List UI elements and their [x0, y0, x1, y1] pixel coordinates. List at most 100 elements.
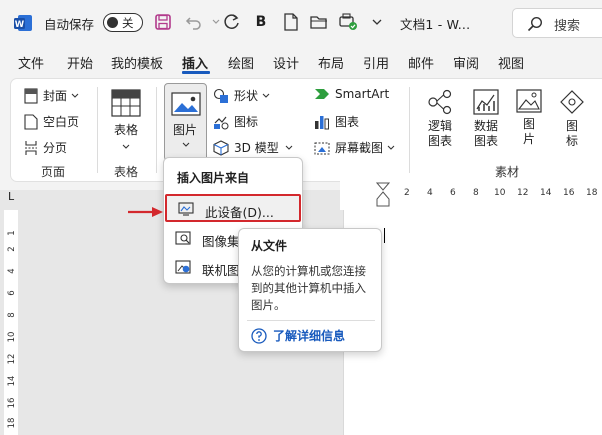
- chevron-down-icon: [387, 145, 395, 150]
- svg-text:W: W: [15, 20, 25, 30]
- ruler-tick: 1: [7, 230, 17, 236]
- from-file-tooltip: 从文件 从您的计算机或您连接到的其他计算机中插入图片。 了解详细信息: [238, 228, 382, 352]
- smartart-button[interactable]: SmartArt: [314, 87, 389, 101]
- ribbon-tabs: 文件 开始 我的模板 插入 绘图 设计 布局 引用 邮件 审阅 视图: [0, 44, 602, 74]
- screenshot-button[interactable]: 屏幕截图: [314, 139, 395, 156]
- ruler-tick: 4: [7, 268, 17, 274]
- image-collection-icon: [175, 231, 191, 245]
- chevron-down-icon: [122, 144, 130, 149]
- undo-icon[interactable]: [183, 11, 205, 33]
- this-device-option[interactable]: 此设备(D)...: [165, 194, 301, 222]
- icons-icon: [214, 116, 229, 129]
- asset-picture-button[interactable]: 图 片: [513, 89, 545, 147]
- screenshot-icon: [314, 142, 330, 154]
- cover-page-icon: [24, 87, 38, 104]
- new-document-icon[interactable]: [280, 11, 302, 33]
- vertical-ruler[interactable]: 1 2 4 6 8 10 12 14 16 18: [4, 210, 18, 435]
- tab-references[interactable]: 引用: [363, 53, 389, 72]
- table-label: 表格: [113, 123, 138, 137]
- asset-picture-icon: [516, 89, 542, 113]
- bold-button[interactable]: B: [250, 11, 272, 33]
- chart-icon: [315, 115, 329, 129]
- image-collection-label: 图像集: [202, 234, 240, 249]
- shapes-button[interactable]: 形状: [213, 87, 270, 104]
- autosave-toggle[interactable]: 关: [103, 13, 143, 32]
- tab-home[interactable]: 开始: [67, 53, 93, 72]
- ruler-tick: 12: [517, 188, 529, 198]
- online-picture-icon: [175, 260, 191, 274]
- blank-page-button[interactable]: 空白页: [24, 113, 79, 130]
- tab-view[interactable]: 视图: [498, 53, 524, 72]
- ruler-tick: 10: [7, 331, 17, 343]
- screenshot-label: 屏幕截图: [335, 141, 384, 155]
- ruler-tick: 18: [7, 417, 17, 429]
- 3d-models-label: 3D 模型: [234, 141, 279, 155]
- data-chart-label-2: 图表: [473, 134, 498, 148]
- search-box[interactable]: 搜索: [512, 8, 602, 38]
- cover-page-label: 封面: [43, 89, 68, 103]
- data-chart-icon: [473, 89, 499, 115]
- picture-button[interactable]: 图片: [164, 83, 207, 161]
- data-chart-button[interactable]: 数据 图表: [469, 89, 503, 149]
- tooltip-title: 从文件: [251, 239, 288, 253]
- ruler-tick: 2: [7, 246, 17, 252]
- this-device-label: 此设备(D)...: [205, 205, 274, 220]
- ruler-tick: 8: [473, 188, 479, 198]
- ruler-tick: 8: [7, 312, 17, 318]
- document-title: 文档1 - W...: [400, 17, 471, 32]
- ruler-tick: 16: [563, 188, 575, 198]
- page-break-icon: [25, 140, 37, 155]
- asset-icon-label-2: 标: [565, 134, 578, 148]
- redo-icon[interactable]: [221, 11, 243, 33]
- table-group-label: 表格: [114, 165, 139, 179]
- learn-more-link[interactable]: 了解详细信息: [251, 327, 345, 344]
- red-arrow-icon: [128, 207, 163, 217]
- indent-marker-icon[interactable]: [376, 182, 390, 210]
- page-break-label: 分页: [43, 141, 68, 155]
- horizontal-ruler[interactable]: 2 4 6 8 10 12 14 16 18: [340, 180, 602, 210]
- asset-icon-button[interactable]: 图 标: [557, 89, 587, 149]
- table-button[interactable]: 表格: [108, 89, 144, 153]
- ruler-tick: 10: [494, 188, 506, 198]
- asset-picture-label-1: 图: [522, 117, 535, 131]
- ruler-tick: 4: [427, 188, 433, 198]
- customize-toolbar-icon[interactable]: [366, 11, 388, 33]
- open-folder-icon[interactable]: [308, 11, 330, 33]
- tab-draw[interactable]: 绘图: [228, 53, 254, 72]
- learn-more-label: 了解详细信息: [273, 329, 346, 343]
- logic-chart-label-2: 图表: [427, 134, 452, 148]
- shapes-icon: [213, 88, 228, 103]
- logic-chart-label-1: 逻辑: [427, 119, 452, 133]
- word-logo-icon: W: [14, 15, 32, 31]
- text-cursor: [384, 228, 385, 243]
- 3d-models-button[interactable]: 3D 模型: [213, 139, 293, 156]
- tab-file[interactable]: 文件: [18, 53, 44, 72]
- save-icon[interactable]: [152, 11, 174, 33]
- asset-icon-icon: [560, 90, 584, 114]
- icons-button[interactable]: 图标: [213, 113, 258, 130]
- search-icon: [527, 16, 543, 32]
- device-picture-icon: [178, 202, 194, 216]
- ruler-tick: 18: [586, 188, 598, 198]
- tab-design[interactable]: 设计: [273, 53, 299, 72]
- tab-review[interactable]: 审阅: [453, 53, 479, 72]
- tab-insert[interactable]: 插入: [182, 53, 208, 72]
- search-placeholder: 搜索: [554, 19, 581, 34]
- chart-label: 图表: [335, 115, 360, 129]
- cover-page-button[interactable]: 封面: [24, 87, 79, 104]
- ruler-corner-marker[interactable]: L: [8, 190, 14, 203]
- title-bar: W 自动保存 关 B 文档1 - W... 搜索: [0, 0, 602, 44]
- tab-mailings[interactable]: 邮件: [408, 53, 434, 72]
- ruler-tick: 6: [7, 290, 17, 296]
- chevron-down-icon: [182, 142, 190, 147]
- page-break-button[interactable]: 分页: [24, 139, 67, 156]
- tab-my-templates[interactable]: 我的模板: [111, 53, 163, 72]
- logic-chart-button[interactable]: 逻辑 图表: [423, 89, 457, 149]
- print-check-icon[interactable]: [337, 11, 359, 33]
- asset-icon-label-1: 图: [565, 119, 578, 133]
- pages-group-label: 页面: [41, 165, 66, 179]
- assets-group-label: 素材: [495, 165, 520, 179]
- chart-button[interactable]: 图表: [314, 113, 359, 130]
- toggle-knob: [107, 17, 118, 28]
- tab-layout[interactable]: 布局: [318, 53, 344, 72]
